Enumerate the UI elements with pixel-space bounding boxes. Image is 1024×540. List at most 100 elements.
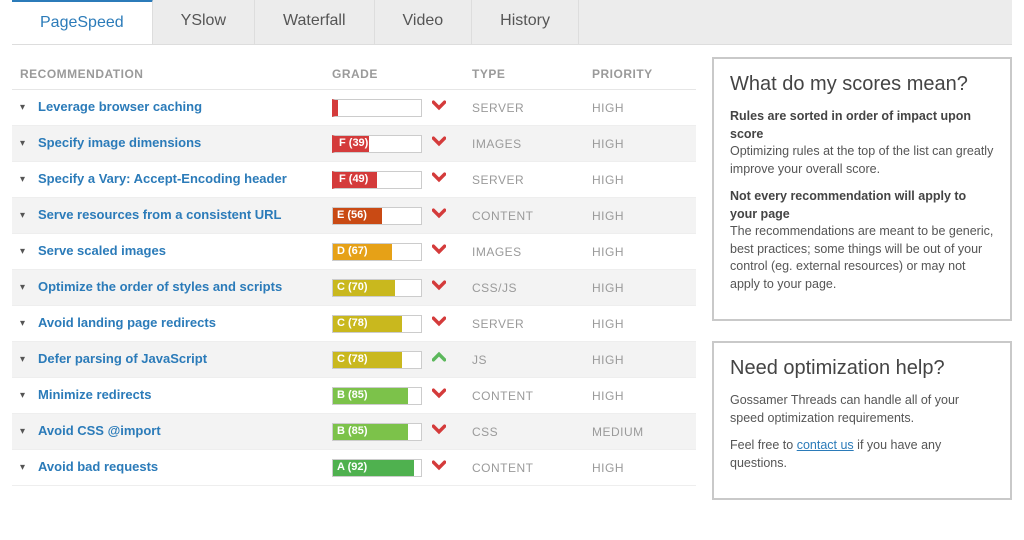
tab-waterfall[interactable]: Waterfall (255, 0, 375, 44)
recommendation-link[interactable]: Defer parsing of JavaScript (38, 351, 332, 367)
expand-icon[interactable]: ▾ (20, 282, 34, 293)
scores-panel-p1-body: Optimizing rules at the top of the list … (730, 144, 993, 176)
expand-icon[interactable]: ▾ (20, 174, 34, 185)
chevron-down-icon[interactable] (432, 314, 446, 333)
help-panel: Need optimization help? Gossamer Threads… (712, 341, 1012, 500)
rec-cell: ▾ Serve scaled images (20, 243, 332, 259)
tab-yslow[interactable]: YSlow (153, 0, 255, 44)
type-cell: SERVER (472, 173, 592, 187)
type-cell: SERVER (472, 101, 592, 115)
chevron-down-icon[interactable] (432, 206, 446, 225)
chevron-down-icon[interactable] (432, 170, 446, 189)
table-row: ▾Avoid bad requestsA (92)CONTENTHIGH (12, 450, 696, 486)
rec-cell: ▾ Specify a Vary: Accept-Encoding header (20, 171, 332, 187)
scores-panel-p1: Rules are sorted in order of impact upon… (730, 108, 994, 178)
scores-panel-p1-strong: Rules are sorted in order of impact upon… (730, 108, 994, 143)
priority-cell: HIGH (592, 281, 682, 295)
grade-bar: E (56) (332, 207, 422, 225)
contact-us-link[interactable]: contact us (797, 438, 854, 452)
recommendation-link[interactable]: Avoid CSS @import (38, 423, 332, 439)
table-row: ▾Defer parsing of JavaScriptC (78)JSHIGH (12, 342, 696, 378)
type-cell: CSS/JS (472, 281, 592, 295)
help-panel-title: Need optimization help? (730, 357, 994, 380)
expand-icon[interactable]: ▾ (20, 462, 34, 473)
rec-cell: ▾ Avoid landing page redirects (20, 315, 332, 331)
grade-cell: B (85) (332, 386, 472, 405)
chevron-down-icon[interactable] (432, 458, 446, 477)
expand-icon[interactable]: ▾ (20, 390, 34, 401)
recommendation-link[interactable]: Serve scaled images (38, 243, 332, 259)
chevron-down-icon[interactable] (432, 422, 446, 441)
grade-cell: E (56) (332, 206, 472, 225)
rec-cell: ▾ Specify image dimensions (20, 135, 332, 151)
type-cell: IMAGES (472, 137, 592, 151)
content-area: RECOMMENDATION GRADE TYPE PRIORITY ▾ Leve… (0, 45, 1024, 532)
chevron-down-icon[interactable] (432, 134, 446, 153)
type-cell: CONTENT (472, 209, 592, 223)
grade-label: D (67) (337, 245, 368, 257)
header-priority: PRIORITY (592, 67, 682, 81)
rec-cell: ▾ Avoid CSS @import (20, 423, 332, 439)
help-panel-p1: Gossamer Threads can handle all of your … (730, 392, 994, 427)
recommendation-link[interactable]: Avoid landing page redirects (38, 315, 332, 331)
table-row: ▾ Specify a Vary: Accept-Encoding headerF… (12, 162, 696, 198)
type-cell: SERVER (472, 317, 592, 331)
priority-cell: HIGH (592, 209, 682, 223)
grade-cell: F (49) (332, 170, 472, 189)
rec-cell: ▾ Leverage browser caching (20, 99, 332, 115)
grade-label: A (92) (337, 461, 367, 473)
recommendation-link[interactable]: Specify image dimensions (38, 135, 332, 151)
tab-history[interactable]: History (472, 0, 579, 44)
scores-panel: What do my scores mean? Rules are sorted… (712, 57, 1012, 321)
recommendation-link[interactable]: Serve resources from a consistent URL (38, 207, 332, 223)
recommendation-link[interactable]: Optimize the order of styles and scripts (38, 279, 332, 295)
sidebar: What do my scores mean? Rules are sorted… (712, 57, 1012, 520)
type-cell: CONTENT (472, 389, 592, 403)
chevron-down-icon[interactable] (432, 98, 446, 117)
priority-cell: HIGH (592, 317, 682, 331)
grade-bar: F (39) (332, 135, 422, 153)
scores-panel-p2-body: The recommendations are meant to be gene… (730, 224, 993, 291)
recommendations-table: RECOMMENDATION GRADE TYPE PRIORITY ▾ Leve… (12, 57, 696, 486)
tab-pagespeed[interactable]: PageSpeed (12, 0, 153, 44)
chevron-down-icon[interactable] (432, 386, 446, 405)
expand-icon[interactable]: ▾ (20, 138, 34, 149)
recommendation-link[interactable]: Leverage browser caching (38, 99, 332, 115)
expand-icon[interactable]: ▾ (20, 246, 34, 257)
grade-label: C (70) (337, 281, 368, 293)
expand-icon[interactable]: ▾ (20, 210, 34, 221)
table-header: RECOMMENDATION GRADE TYPE PRIORITY (12, 57, 696, 90)
table-row: ▾Avoid CSS @importB (85)CSSMEDIUM (12, 414, 696, 450)
table-row: ▾ Leverage browser caching F (3) SERVERHIGH (12, 90, 696, 126)
table-row: ▾Specify image dimensionsF (39)IMAGESHIG… (12, 126, 696, 162)
type-cell: CONTENT (472, 461, 592, 475)
tab-video[interactable]: Video (375, 0, 473, 44)
expand-icon[interactable]: ▾ (20, 318, 34, 329)
type-cell: CSS (472, 425, 592, 439)
scores-panel-p2-strong: Not every recommendation will apply to y… (730, 188, 994, 223)
grade-label: F (3) (339, 101, 362, 113)
grade-label: B (85) (337, 425, 368, 437)
recommendation-link[interactable]: Specify a Vary: Accept-Encoding header (38, 171, 332, 187)
chevron-down-icon[interactable] (432, 242, 446, 261)
chevron-down-icon[interactable] (432, 278, 446, 297)
recommendation-link[interactable]: Avoid bad requests (38, 459, 332, 475)
grade-cell: A (92) (332, 458, 472, 477)
rec-cell: ▾ Serve resources from a consistent URL (20, 207, 332, 223)
header-type: TYPE (472, 67, 592, 81)
priority-cell: HIGH (592, 101, 682, 115)
grade-cell: C (78) (332, 314, 472, 333)
grade-label: E (56) (337, 209, 367, 221)
priority-cell: HIGH (592, 389, 682, 403)
priority-cell: HIGH (592, 173, 682, 187)
grade-cell: F (3) (332, 98, 472, 117)
recommendation-link[interactable]: Minimize redirects (38, 387, 332, 403)
expand-icon[interactable]: ▾ (20, 426, 34, 437)
chevron-up-icon[interactable] (432, 350, 446, 369)
grade-bar: D (67) (332, 243, 422, 261)
grade-bar: C (78) (332, 351, 422, 369)
table-row: ▾Serve scaled imagesD (67)IMAGESHIGH (12, 234, 696, 270)
expand-icon[interactable]: ▾ (20, 102, 34, 113)
grade-cell: D (67) (332, 242, 472, 261)
expand-icon[interactable]: ▾ (20, 354, 34, 365)
